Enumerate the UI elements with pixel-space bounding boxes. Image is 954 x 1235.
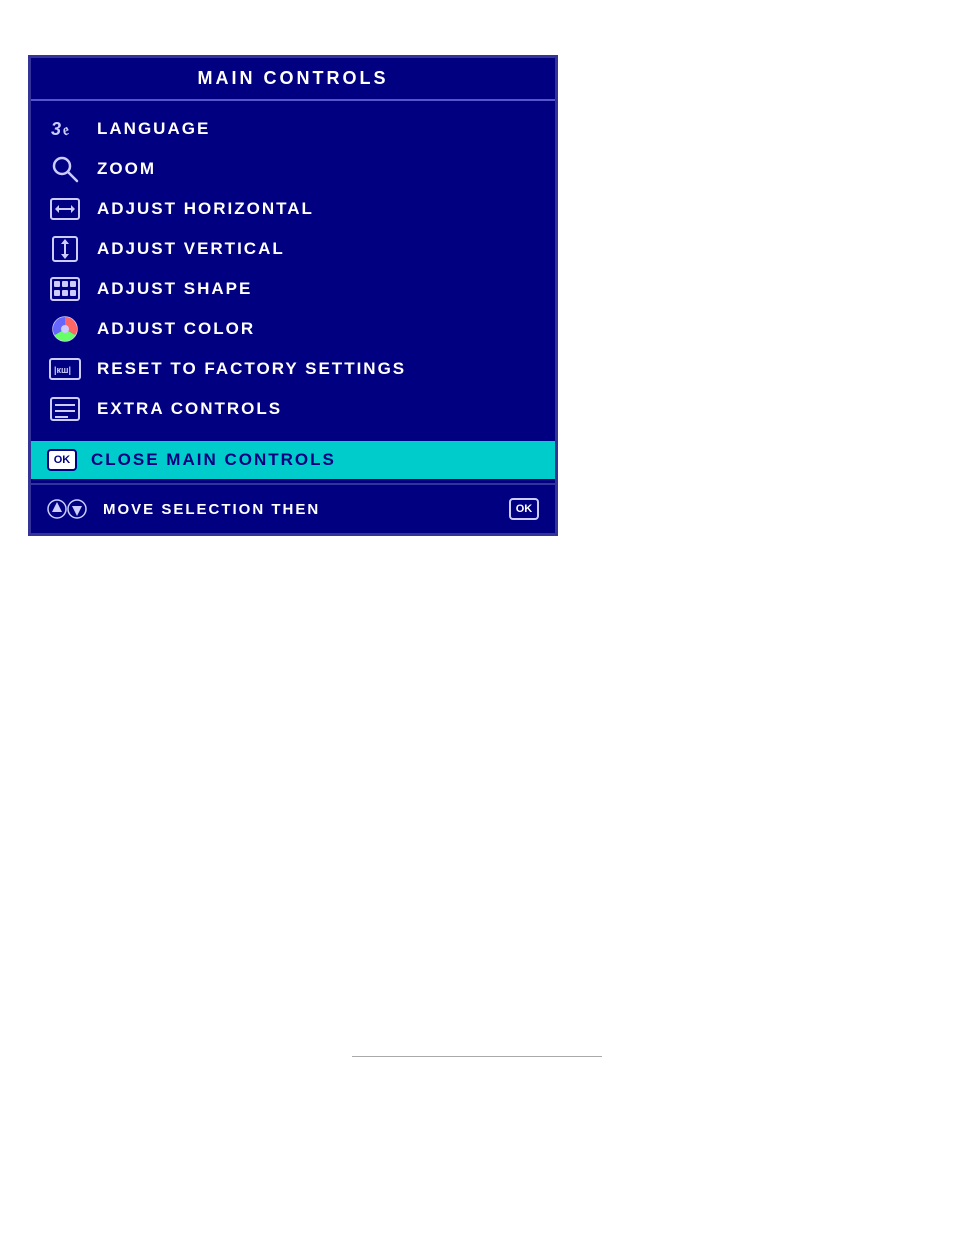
close-main-controls-button[interactable]: OK CLOSE MAIN CONTROLS bbox=[31, 441, 555, 479]
reset-icon: |кш| bbox=[47, 355, 83, 383]
bottom-ok-badge: OK bbox=[509, 498, 539, 520]
menu-items-list: 3 𝔢 LANGUAGE ZOOM bbox=[31, 101, 555, 437]
zoom-label: ZOOM bbox=[97, 159, 156, 179]
menu-item-adjust-horizontal[interactable]: ADJUST HORIZONTAL bbox=[31, 189, 555, 229]
extra-icon bbox=[47, 395, 83, 423]
menu-item-zoom[interactable]: ZOOM bbox=[31, 149, 555, 189]
vertical-icon bbox=[47, 235, 83, 263]
language-icon: 3 𝔢 bbox=[47, 115, 83, 143]
color-icon bbox=[47, 315, 83, 343]
main-controls-menu: MAIN CONTROLS 3 𝔢 LANGUAGE bbox=[28, 55, 558, 536]
reset-label: RESET TO FACTORY SETTINGS bbox=[97, 359, 406, 379]
svg-text:3: 3 bbox=[51, 119, 61, 139]
menu-title-text: MAIN CONTROLS bbox=[198, 68, 389, 88]
close-ok-badge: OK bbox=[47, 449, 77, 471]
bottom-instruction-row: MOVE SELECTION THEN OK bbox=[31, 483, 555, 533]
menu-item-reset-factory[interactable]: |кш| RESET TO FACTORY SETTINGS bbox=[31, 349, 555, 389]
menu-item-adjust-color[interactable]: ADJUST COLOR bbox=[31, 309, 555, 349]
menu-item-adjust-shape[interactable]: ADJUST SHAPE bbox=[31, 269, 555, 309]
language-label: LANGUAGE bbox=[97, 119, 210, 139]
svg-text:|кш|: |кш| bbox=[54, 365, 71, 375]
move-selection-label: MOVE SELECTION THEN bbox=[103, 501, 509, 518]
zoom-icon bbox=[47, 155, 83, 183]
color-label: ADJUST COLOR bbox=[97, 319, 255, 339]
menu-item-adjust-vertical[interactable]: ADJUST VERTICAL bbox=[31, 229, 555, 269]
menu-title-bar: MAIN CONTROLS bbox=[31, 58, 555, 101]
nav-triangle-icons bbox=[47, 495, 91, 523]
extra-label: EXTRA CONTROLS bbox=[97, 399, 282, 419]
horizontal-label: ADJUST HORIZONTAL bbox=[97, 199, 314, 219]
svg-text:𝔢: 𝔢 bbox=[63, 122, 69, 139]
separator-line bbox=[352, 1056, 602, 1057]
close-label: CLOSE MAIN CONTROLS bbox=[91, 450, 336, 470]
menu-item-language[interactable]: 3 𝔢 LANGUAGE bbox=[31, 109, 555, 149]
horizontal-icon bbox=[47, 195, 83, 223]
menu-item-extra-controls[interactable]: EXTRA CONTROLS bbox=[31, 389, 555, 429]
shape-icon bbox=[47, 275, 83, 303]
vertical-label: ADJUST VERTICAL bbox=[97, 239, 285, 259]
shape-label: ADJUST SHAPE bbox=[97, 279, 252, 299]
